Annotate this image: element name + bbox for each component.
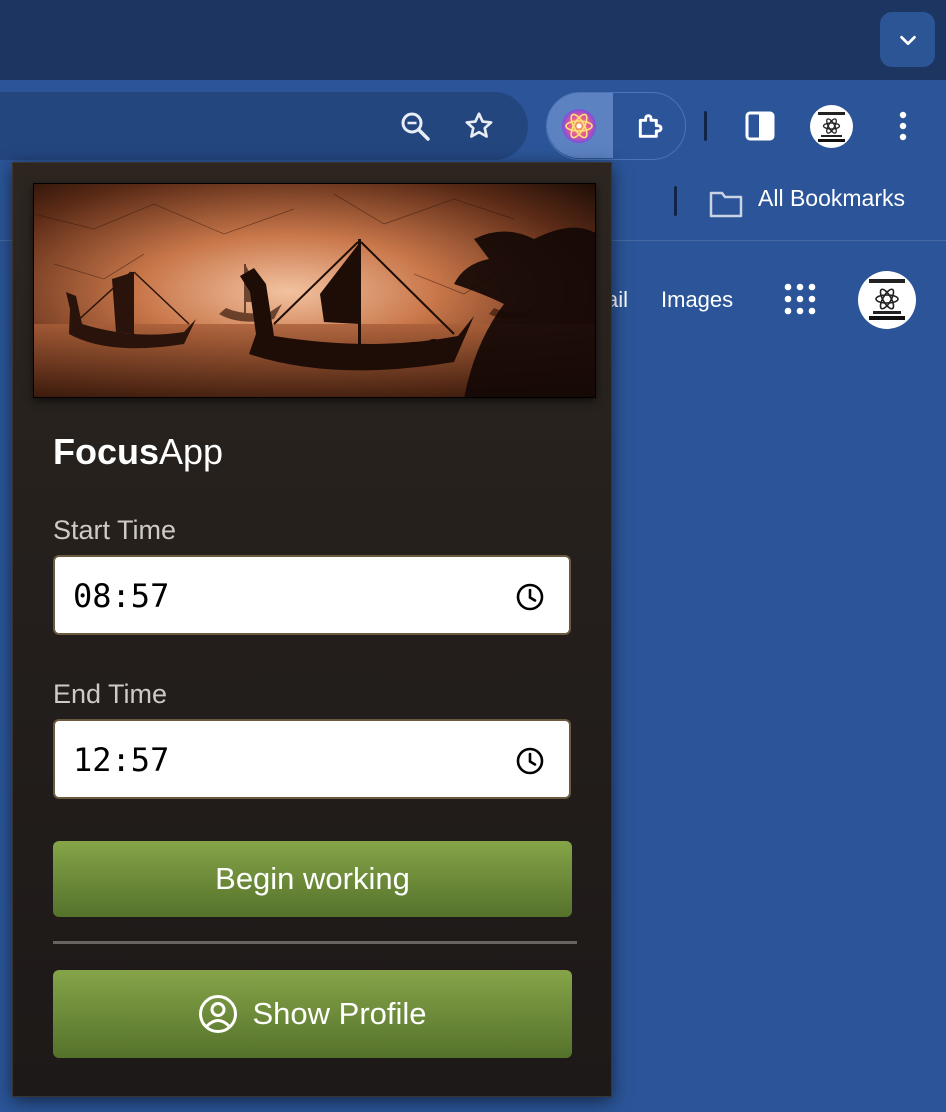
show-profile-button[interactable]: Show Profile (53, 970, 572, 1058)
apps-grid-icon[interactable] (783, 282, 817, 316)
browser-toolbar (0, 80, 946, 172)
zoom-button[interactable] (398, 109, 432, 143)
focusapp-popup: FocusApp Start Time 08:57 End Time 12:57… (12, 162, 612, 1097)
start-time-value: 08:57 (73, 577, 170, 615)
viking-ships-banner (33, 183, 596, 398)
address-bar[interactable] (0, 92, 528, 160)
user-circle-icon (199, 995, 238, 1033)
end-time-input[interactable]: 12:57 (53, 719, 571, 799)
puzzle-icon[interactable] (635, 111, 667, 143)
toolbar-divider (704, 111, 707, 141)
banner-image (34, 184, 595, 397)
extensions-area (546, 92, 686, 160)
end-time-value: 12:57 (73, 741, 170, 779)
google-account-avatar[interactable] (858, 271, 916, 329)
bookmark-star-button[interactable] (462, 109, 496, 143)
app-title-rest: App (159, 431, 224, 472)
bookmarks-divider (674, 186, 677, 216)
chevron-down-icon (899, 35, 916, 45)
show-profile-label: Show Profile (252, 996, 427, 1031)
tab-search-button[interactable] (880, 12, 935, 67)
clock-icon[interactable] (515, 582, 545, 612)
avatar-atom-image (818, 112, 845, 142)
end-time-label: End Time (53, 679, 168, 709)
all-bookmarks-button[interactable]: All Bookmarks (758, 185, 905, 212)
folder-icon (709, 191, 743, 218)
images-link[interactable]: Images (661, 287, 733, 313)
popup-divider (53, 941, 577, 944)
atom-icon (562, 109, 596, 143)
start-time-label: Start Time (53, 515, 177, 545)
clock-icon[interactable] (515, 746, 545, 776)
account-atom-image (869, 279, 905, 320)
star-icon (465, 112, 493, 138)
begin-working-button[interactable]: Begin working (53, 841, 572, 917)
kebab-menu-icon[interactable] (893, 108, 913, 144)
focusapp-extension-button[interactable] (547, 93, 613, 158)
app-title-bold: Focus (53, 431, 160, 472)
profile-avatar[interactable] (810, 105, 853, 148)
tab-strip (0, 0, 946, 80)
side-panel-icon[interactable] (744, 110, 776, 142)
app-title: FocusApp (53, 431, 223, 473)
zoom-icon (401, 112, 430, 141)
start-time-input[interactable]: 08:57 (53, 555, 571, 635)
